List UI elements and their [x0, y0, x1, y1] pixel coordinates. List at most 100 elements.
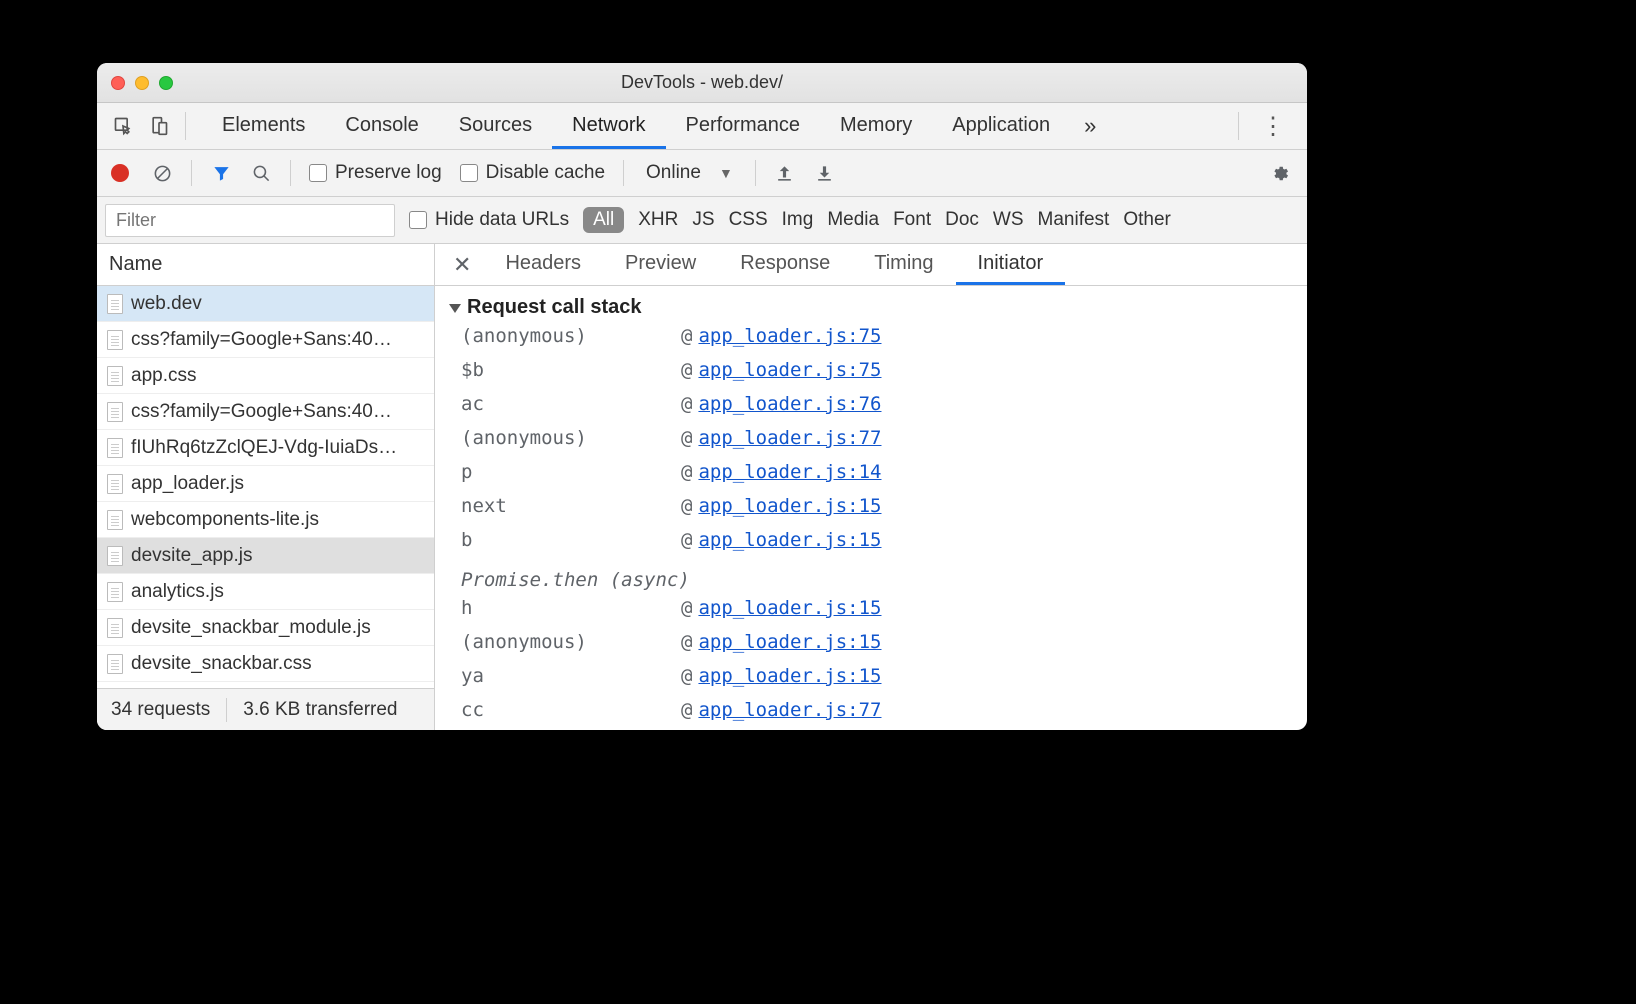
frame-at-symbol: @ — [681, 393, 692, 415]
tab-network[interactable]: Network — [552, 104, 665, 149]
hide-data-urls-checkbox[interactable] — [409, 211, 427, 229]
filter-input[interactable] — [105, 204, 395, 237]
filter-icon[interactable] — [204, 156, 238, 190]
request-row[interactable]: app_loader.js — [97, 466, 434, 502]
filter-type-media[interactable]: Media — [827, 209, 879, 231]
request-row[interactable]: webcomponents-lite.js — [97, 502, 434, 538]
tab-memory[interactable]: Memory — [820, 104, 932, 149]
frame-link[interactable]: app_loader.js:75 — [698, 359, 881, 381]
network-settings-icon[interactable] — [1263, 156, 1297, 190]
device-toolbar-icon[interactable] — [141, 108, 177, 144]
frame-link[interactable]: app_loader.js:76 — [698, 393, 881, 415]
frame-link[interactable]: app_loader.js:14 — [698, 461, 881, 483]
request-name: devsite_snackbar.css — [131, 653, 312, 675]
stack-title-row[interactable]: Request call stack — [449, 296, 1293, 319]
separator — [191, 160, 192, 186]
close-detail-icon[interactable]: ✕ — [441, 252, 483, 278]
filter-type-js[interactable]: JS — [692, 209, 714, 231]
request-row[interactable]: devsite_snackbar.css — [97, 646, 434, 682]
stack-frame: p@ app_loader.js:14 — [449, 461, 1293, 495]
filter-type-css[interactable]: CSS — [729, 209, 768, 231]
tab-timing[interactable]: Timing — [852, 244, 955, 285]
filter-type-img[interactable]: Img — [782, 209, 814, 231]
download-har-icon[interactable] — [808, 156, 842, 190]
stack-frame: next@ app_loader.js:15 — [449, 495, 1293, 529]
preserve-log-checkbox[interactable] — [309, 164, 327, 182]
frame-link[interactable]: app_loader.js:77 — [698, 699, 881, 721]
frame-fn: (anonymous) — [461, 631, 681, 653]
request-row[interactable]: app.css — [97, 358, 434, 394]
preserve-log-group: Preserve log — [303, 162, 448, 184]
request-name: css?family=Google+Sans:40… — [131, 329, 392, 351]
frame-link[interactable]: app_loader.js:15 — [698, 631, 881, 653]
file-icon — [107, 654, 123, 674]
filter-type-all[interactable]: All — [583, 207, 624, 233]
request-row[interactable]: fIUhRq6tzZclQEJ-Vdg-IuiaDs… — [97, 430, 434, 466]
tab-performance[interactable]: Performance — [666, 104, 821, 149]
request-name: devsite_snackbar_module.js — [131, 617, 371, 639]
requests-footer: 34 requests 3.6 KB transferred — [97, 688, 434, 730]
request-row[interactable]: devsite_app.js — [97, 538, 434, 574]
tab-headers[interactable]: Headers — [483, 244, 603, 285]
search-icon[interactable] — [244, 156, 278, 190]
frame-at-symbol: @ — [681, 597, 692, 619]
filter-type-font[interactable]: Font — [893, 209, 931, 231]
frame-fn: p — [461, 461, 681, 483]
requests-header[interactable]: Name — [97, 244, 434, 286]
separator — [755, 160, 756, 186]
frame-link[interactable]: app_loader.js:15 — [698, 665, 881, 687]
frame-at-symbol: @ — [681, 325, 692, 347]
file-icon — [107, 366, 123, 386]
request-row[interactable]: css?family=Google+Sans:40… — [97, 394, 434, 430]
request-row[interactable]: analytics.js — [97, 574, 434, 610]
frame-link[interactable]: app_loader.js:15 — [698, 597, 881, 619]
tab-sources[interactable]: Sources — [439, 104, 552, 149]
filter-type-other[interactable]: Other — [1123, 209, 1171, 231]
stack-frame: cc@ app_loader.js:77 — [449, 699, 1293, 730]
disable-cache-checkbox[interactable] — [460, 164, 478, 182]
settings-kebab-icon[interactable]: ⋮ — [1247, 112, 1299, 141]
separator — [623, 160, 624, 186]
throttling-dropdown[interactable]: Online ▼ — [636, 162, 743, 184]
titlebar: DevTools - web.dev/ — [97, 63, 1307, 103]
frame-link[interactable]: app_loader.js:15 — [698, 495, 881, 517]
request-row[interactable]: web.dev — [97, 286, 434, 322]
frame-fn: (anonymous) — [461, 325, 681, 347]
request-row[interactable]: css?family=Google+Sans:40… — [97, 322, 434, 358]
frame-fn: ac — [461, 393, 681, 415]
upload-har-icon[interactable] — [768, 156, 802, 190]
tab-elements[interactable]: Elements — [202, 104, 325, 149]
request-name: fIUhRq6tzZclQEJ-Vdg-IuiaDs… — [131, 437, 397, 459]
frame-link[interactable]: app_loader.js:77 — [698, 427, 881, 449]
frame-at-symbol: @ — [681, 665, 692, 687]
preserve-log-label: Preserve log — [335, 162, 442, 184]
tab-response[interactable]: Response — [718, 244, 852, 285]
filter-type-ws[interactable]: WS — [993, 209, 1024, 231]
frame-link[interactable]: app_loader.js:15 — [698, 529, 881, 551]
tab-preview[interactable]: Preview — [603, 244, 718, 285]
tab-console[interactable]: Console — [325, 104, 438, 149]
tabs-overflow[interactable]: » — [1070, 113, 1110, 139]
file-icon — [107, 438, 123, 458]
request-name: app.css — [131, 365, 196, 387]
frame-link[interactable]: app_loader.js:75 — [698, 325, 881, 347]
filter-type-doc[interactable]: Doc — [945, 209, 979, 231]
inspect-element-icon[interactable] — [105, 108, 141, 144]
filter-type-xhr[interactable]: XHR — [638, 209, 678, 231]
frame-at-symbol: @ — [681, 495, 692, 517]
detail-tabs: ✕ Headers Preview Response Timing Initia… — [435, 244, 1307, 286]
disable-cache-label: Disable cache — [486, 162, 605, 184]
record-button[interactable] — [111, 164, 129, 182]
frame-fn: $b — [461, 359, 681, 381]
window-title: DevTools - web.dev/ — [97, 72, 1307, 93]
request-row[interactable]: devsite_snackbar_module.js — [97, 610, 434, 646]
tab-initiator[interactable]: Initiator — [956, 244, 1066, 285]
frame-fn: ya — [461, 665, 681, 687]
clear-icon[interactable] — [145, 156, 179, 190]
filter-type-manifest[interactable]: Manifest — [1038, 209, 1110, 231]
stack-frame: ac@ app_loader.js:76 — [449, 393, 1293, 427]
stack-title: Request call stack — [467, 296, 642, 319]
tab-application[interactable]: Application — [932, 104, 1070, 149]
requests-list: web.dev css?family=Google+Sans:40… app.css… — [97, 286, 434, 688]
hide-data-urls-group: Hide data URLs — [403, 209, 575, 231]
